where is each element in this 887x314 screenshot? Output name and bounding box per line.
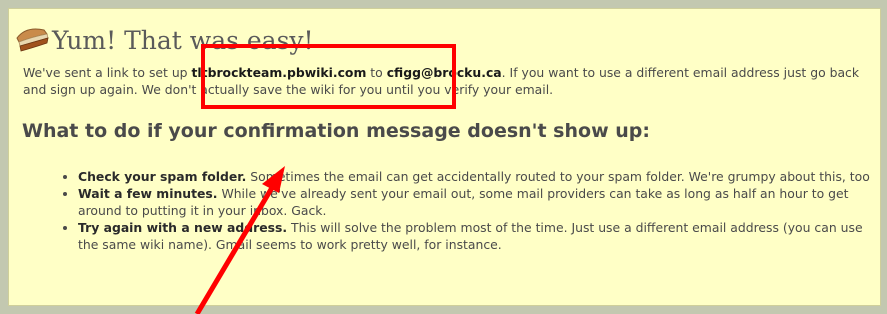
highlight-box	[201, 44, 456, 109]
list-item: Try again with a new address. This will …	[78, 219, 878, 253]
tips-list: Check your spam folder. Sometimes the em…	[58, 168, 878, 253]
troubleshooting-heading: What to do if your confirmation message …	[22, 120, 650, 142]
list-item: Check your spam folder. Sometimes the em…	[78, 168, 878, 185]
list-item: Wait a few minutes. While we've already …	[78, 185, 878, 219]
sandwich-icon	[16, 28, 49, 52]
